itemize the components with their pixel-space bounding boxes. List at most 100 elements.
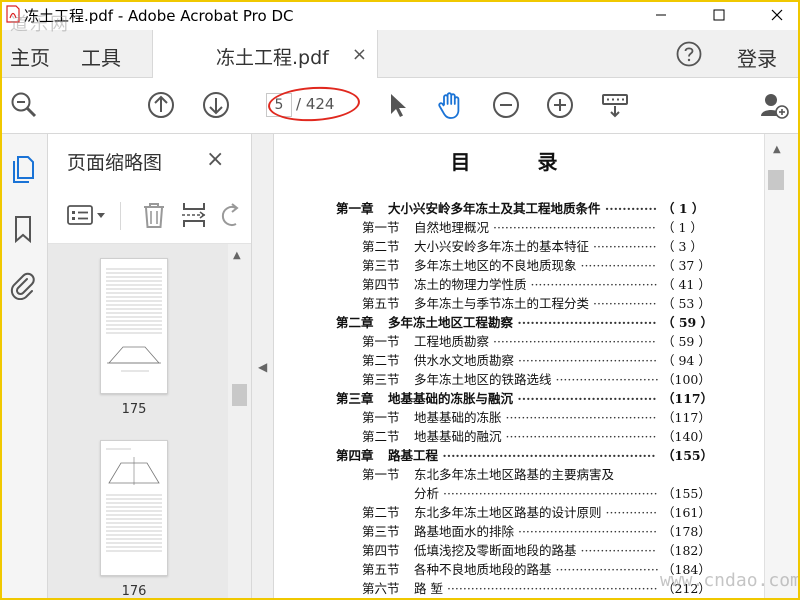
toc-section-row[interactable]: 第三节 多年冻土地区的不良地质现象 ··················· （ 37… — [362, 255, 711, 274]
thumbnail-page[interactable] — [100, 258, 168, 394]
toc-page-number: （182） — [662, 543, 711, 558]
toc-section-number: 第一节 — [362, 410, 400, 425]
toc-section-number: 第五节 — [362, 562, 400, 577]
thumbnail-scrollbar[interactable]: ▲ — [228, 244, 251, 600]
document-view[interactable]: 目 录 第一章 大小兴安岭多年冻土及其工程地质条件 ············ （ 1… — [274, 134, 764, 600]
toc-section-row[interactable]: 第一节 自然地理概况 ······························… — [362, 217, 703, 236]
toc-section-number: 第四节 — [362, 543, 400, 558]
toc-entry-title: 各种不良地质地段的路基 — [414, 562, 552, 577]
toc-entry-title: 地基基础的冻胀与融沉 — [388, 391, 514, 406]
bookmark-icon[interactable] — [9, 214, 37, 244]
page-thumbnails-icon[interactable] — [9, 154, 37, 184]
toc-leader-dots: ········································… — [489, 220, 656, 235]
toc-section-number: 第三节 — [362, 372, 400, 387]
thumbnail-page-number: 175 — [121, 402, 147, 417]
toc-leader-dots: ········································… — [489, 334, 656, 349]
thumbnail-preview — [106, 268, 162, 372]
toc-section-row[interactable]: 第二节 供水水文地质勘察 ····························… — [362, 350, 711, 369]
toc-section-row[interactable]: 第二节 大小兴安岭多年冻土的基本特征 ················ （ 3 ） — [362, 236, 703, 255]
tab-close-button[interactable]: × — [352, 44, 367, 65]
options-menu-icon[interactable] — [66, 200, 110, 230]
toc-section-row[interactable]: 第四节 低填浅挖及零断面地段的路基 ··················· （182… — [362, 540, 711, 559]
read-mode-icon[interactable] — [600, 90, 630, 120]
trash-icon[interactable] — [139, 200, 169, 230]
scroll-up-arrow-icon[interactable]: ▲ — [773, 144, 781, 155]
rotate-icon[interactable] — [218, 200, 240, 230]
insert-page-icon[interactable] — [180, 200, 210, 230]
nav-tools[interactable]: 工具 — [81, 42, 121, 71]
toc-entry-title: 自然地理概况 — [414, 220, 490, 235]
toc-page-number: （117） — [662, 410, 711, 425]
menu-tab-bar: 主页 工具 冻土工程.pdf × 登录 — [0, 30, 800, 78]
cursor-arrow-icon[interactable] — [383, 90, 413, 120]
close-window-button[interactable] — [754, 0, 800, 30]
toc-leader-dots: ········································… — [438, 448, 656, 463]
toc-page-number: （ 53 ） — [662, 296, 711, 311]
toc-section-row[interactable]: 第一节 地基基础的冻胀 ·····························… — [362, 407, 711, 426]
toc-entry-title: 地基基础的融沉 — [414, 429, 502, 444]
toc-chapter-row[interactable]: 第一章 大小兴安岭多年冻土及其工程地质条件 ············ （ 1 ） — [336, 198, 704, 217]
maximize-button[interactable] — [696, 0, 742, 30]
minimize-icon — [656, 14, 666, 16]
toc-section-number: 第四章 — [336, 448, 374, 463]
toc-section-row[interactable]: 第五节 各种不良地质地段的路基 ·························… — [362, 559, 711, 578]
toc-section-row[interactable]: 第二节 地基基础的融沉 ·····························… — [362, 426, 711, 445]
plus-circle-icon[interactable] — [545, 90, 575, 120]
search-zoom-icon[interactable] — [9, 90, 39, 120]
thumbnail-preview — [106, 448, 162, 552]
toc-section-row[interactable]: 第四节 冻土的物理力学性质 ···························… — [362, 274, 711, 293]
arrow-up-circle-icon[interactable] — [146, 90, 176, 120]
document-scrollbar[interactable]: ▲ — [764, 134, 798, 600]
toc-section-number: 第五节 — [362, 296, 400, 311]
toc-leader-dots: ··················· — [576, 543, 656, 558]
login-button[interactable]: 登录 — [737, 43, 777, 72]
panel-close-button[interactable]: × — [206, 147, 224, 172]
help-icon[interactable] — [676, 41, 702, 67]
toc-leader-dots: ································ — [513, 315, 657, 330]
toc-entry-title: 供水水文地质勘察 — [414, 353, 515, 368]
toc-entry-title: 多年冻土地区的不良地质现象 — [414, 258, 577, 273]
document-scroll-knob[interactable] — [768, 170, 784, 190]
thumbnail-scroll-knob[interactable] — [232, 384, 247, 406]
hand-tool-icon[interactable] — [435, 90, 465, 120]
toc-leader-dots: ··················· — [576, 258, 656, 273]
toc-page-number: （178） — [662, 524, 711, 539]
minimize-button[interactable] — [638, 0, 684, 30]
toc-section-number: 第二节 — [362, 239, 400, 254]
toc-page-number: （117） — [662, 391, 714, 406]
toc-leader-dots: ········································… — [442, 581, 658, 596]
toc-leader-dots: ··································· — [514, 353, 658, 368]
nav-home[interactable]: 主页 — [10, 42, 50, 71]
toc-leader-dots: ················ — [589, 239, 657, 254]
toc-section-row[interactable]: 第三节 多年冻土地区的铁路选线 ·························… — [362, 369, 711, 388]
toc-section-row[interactable]: 第六节路 堑 ·································… — [362, 578, 711, 597]
arrow-down-circle-icon[interactable] — [201, 90, 231, 120]
toc-section-number: 第三节 — [362, 524, 400, 539]
toc-page-number: （ 59 ） — [662, 334, 711, 349]
add-user-icon[interactable] — [759, 90, 789, 120]
toc-section-row[interactable]: 第一节 东北多年冻土地区路基的主要病害及 — [362, 464, 614, 483]
document-tab-label: 冻土工程.pdf — [216, 47, 329, 69]
thumbnail-list[interactable]: 175 176 — [48, 244, 228, 600]
toc-chapter-row[interactable]: 第四章 路基工程 ································… — [336, 445, 713, 464]
paperclip-icon[interactable] — [9, 270, 37, 300]
panel-collapse-handle[interactable]: ◀ — [252, 134, 274, 600]
toc-page-number: （155） — [662, 448, 714, 463]
toc-section-row[interactable]: 第二节 东北多年冻土地区路基的设计原则 ············· （161） — [362, 502, 711, 521]
toc-section-row[interactable]: 第五节 多年冻土与季节冻土的工程分类 ················ （ 53 ） — [362, 293, 711, 312]
toc-chapter-row[interactable]: 第三章 地基基础的冻胀与融沉 ··························… — [336, 388, 713, 407]
thumbnails-panel: 页面缩略图 × 175 176 ▲ — [48, 134, 252, 600]
thumbnail-page[interactable] — [100, 440, 168, 576]
maximize-icon — [713, 9, 725, 21]
minus-circle-icon[interactable] — [491, 90, 521, 120]
toc-section-number: 第一章 — [336, 201, 374, 216]
document-tab[interactable]: 冻土工程.pdf × — [152, 30, 378, 78]
toc-section-row[interactable]: 第一节 工程地质勘察 ······························… — [362, 331, 711, 350]
chevron-left-icon[interactable]: ◀ — [258, 360, 267, 374]
toc-section-row[interactable]: 第三节 路基地面水的排除 ····························… — [362, 521, 711, 540]
toc-chapter-row[interactable]: 第二章 多年冻土地区工程勘察 ··························… — [336, 312, 713, 331]
toc-page-number: （100） — [662, 372, 711, 387]
scroll-up-arrow-icon[interactable]: ▲ — [233, 250, 241, 261]
toc-section-number: 第二节 — [362, 505, 400, 520]
toc-section-row[interactable]: 分析 ·····································… — [362, 483, 711, 502]
